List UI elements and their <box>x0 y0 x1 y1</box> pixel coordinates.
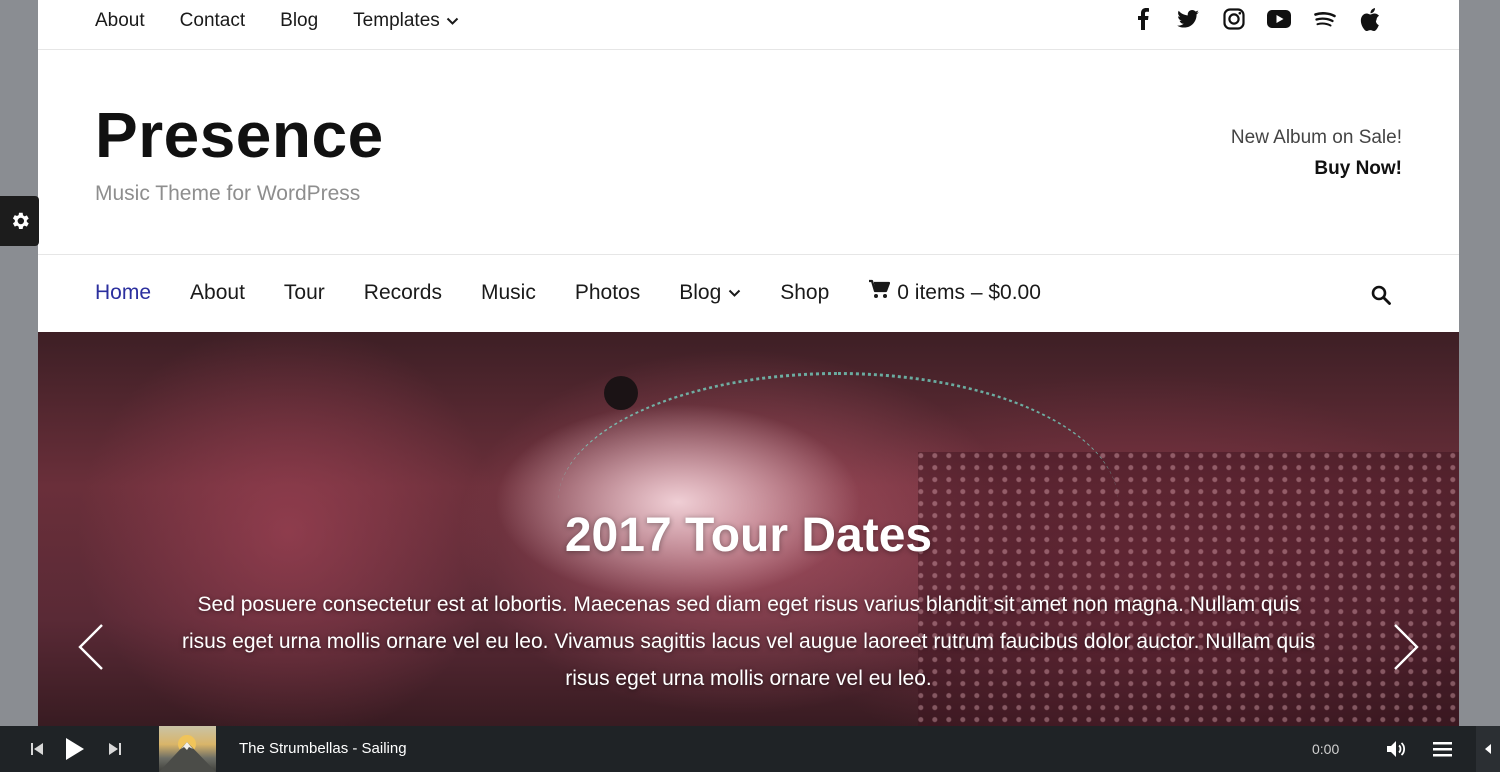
track-time: 0:00 <box>1312 741 1340 757</box>
header-promo: New Album on Sale! Buy Now! <box>1231 124 1402 186</box>
chevron-left-icon <box>78 624 103 670</box>
mountain-artwork-icon <box>159 735 216 772</box>
previous-track-button[interactable] <box>24 726 50 772</box>
hero-background-speaker <box>604 376 638 410</box>
chevron-down-icon <box>729 289 741 297</box>
nav-item-blog[interactable]: Blog <box>679 279 741 307</box>
cart-icon <box>869 279 891 298</box>
slider-next-button[interactable] <box>1391 622 1421 672</box>
search-button[interactable] <box>1369 283 1393 307</box>
playlist-button[interactable] <box>1428 726 1456 772</box>
menu-icon <box>1432 741 1452 756</box>
topnav-item-templates-label: Templates <box>353 10 440 31</box>
site-container: About Contact Blog Templates Presence Mu… <box>38 0 1459 772</box>
search-icon <box>1371 285 1391 305</box>
facebook-icon[interactable] <box>1120 6 1166 32</box>
site-title[interactable]: Presence <box>95 98 384 172</box>
play-button[interactable] <box>60 726 90 772</box>
nav-item-about[interactable]: About <box>190 279 245 307</box>
topnav-item-contact[interactable]: Contact <box>180 8 245 34</box>
top-nav: About Contact Blog Templates <box>95 8 494 34</box>
social-links <box>1120 6 1393 32</box>
spotify-icon[interactable] <box>1302 6 1348 32</box>
promo-text: New Album on Sale! <box>1230 127 1402 148</box>
gear-icon <box>12 212 29 229</box>
topnav-item-blog[interactable]: Blog <box>280 8 318 34</box>
volume-button[interactable] <box>1383 726 1411 772</box>
settings-toggle[interactable] <box>0 196 39 246</box>
topnav-item-about[interactable]: About <box>95 8 145 34</box>
volume-icon <box>1387 741 1406 757</box>
skip-back-icon <box>31 743 43 755</box>
site-tagline: Music Theme for WordPress <box>95 182 361 205</box>
twitter-icon[interactable] <box>1166 6 1212 32</box>
track-title: The Strumbellas - Sailing <box>239 740 407 757</box>
topnav-item-templates[interactable]: Templates <box>353 8 459 34</box>
audio-player: The Strumbellas - Sailing 0:00 <box>0 726 1500 772</box>
nav-item-home[interactable]: Home <box>95 279 151 307</box>
nav-cart[interactable]: 0 items – $0.00 <box>868 279 1041 307</box>
nav-item-records[interactable]: Records <box>364 279 442 307</box>
play-icon <box>66 738 84 760</box>
top-bar: About Contact Blog Templates <box>38 0 1459 50</box>
apple-icon[interactable] <box>1348 6 1394 32</box>
hero-title: 2017 Tour Dates <box>564 509 933 562</box>
hero-text: Sed posuere consectetur est at lobortis.… <box>181 593 1315 690</box>
caret-left-icon <box>1485 744 1491 754</box>
nav-item-shop[interactable]: Shop <box>780 279 829 307</box>
next-track-button[interactable] <box>102 726 128 772</box>
instagram-icon[interactable] <box>1211 6 1257 32</box>
youtube-icon[interactable] <box>1257 6 1303 32</box>
album-cover <box>159 726 216 772</box>
nav-item-photos[interactable]: Photos <box>575 279 640 307</box>
buy-now-link[interactable]: Buy Now! <box>1231 152 1402 186</box>
chevron-right-icon <box>1394 624 1419 670</box>
hero-slider: 2017 Tour Dates Sed posuere consectetur … <box>38 332 1459 772</box>
player-collapse-button[interactable] <box>1476 726 1500 772</box>
chevron-down-icon <box>446 17 458 25</box>
nav-item-blog-label: Blog <box>679 281 722 304</box>
site-branding: Presence Music Theme for WordPress <box>95 98 384 206</box>
cart-summary: 0 items – $0.00 <box>897 281 1041 304</box>
skip-forward-icon <box>109 743 121 755</box>
nav-item-music[interactable]: Music <box>481 279 536 307</box>
main-nav: Home About Tour Records Music Photos Blo… <box>38 254 1459 332</box>
slider-prev-button[interactable] <box>76 622 106 672</box>
nav-item-tour[interactable]: Tour <box>284 279 325 307</box>
